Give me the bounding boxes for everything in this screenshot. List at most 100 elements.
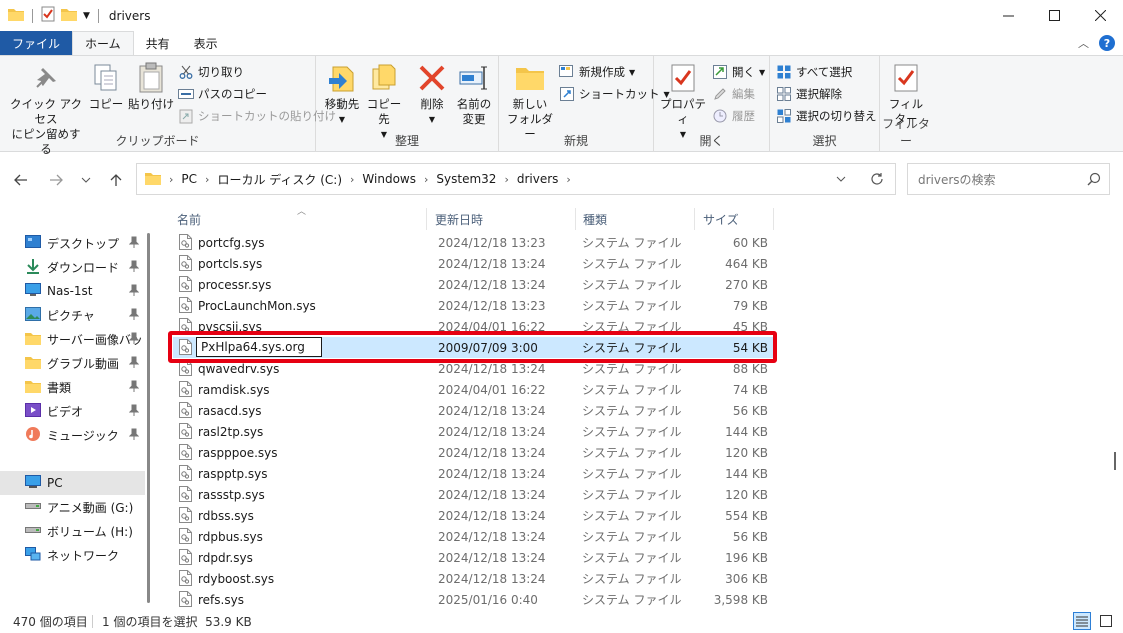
paste-button[interactable]: 貼り付け — [128, 62, 174, 112]
recent-locations-button[interactable] — [74, 168, 98, 192]
column-header-name[interactable]: 名前 — [177, 206, 201, 232]
help-icon[interactable]: ? — [1099, 35, 1115, 51]
address-history-button[interactable] — [823, 164, 859, 194]
address-bar[interactable]: › PC › ローカル ディスク (C:) › Windows › System… — [136, 163, 896, 195]
file-list-scrollbar-thumb[interactable] — [1114, 452, 1116, 470]
ribbon-collapse-icon[interactable]: ︿ — [1078, 35, 1089, 51]
nav-pane-scrollbar[interactable] — [147, 233, 150, 603]
table-row[interactable]: portcls.sys 2024/12/18 13:24 システム ファイル 464 … — [173, 253, 773, 274]
column-header-type[interactable]: 種類 — [583, 206, 607, 232]
table-row[interactable]: rdbss.sys 2024/12/18 13:24 システム ファイル 554 KB — [173, 505, 773, 526]
nav-item-nas[interactable]: Nas-1st — [0, 279, 145, 303]
tab-file[interactable]: ファイル — [0, 31, 73, 55]
copy-path-button[interactable]: パスのコピー — [178, 84, 267, 104]
file-type: システム ファイル — [582, 572, 682, 586]
paste-shortcut-icon — [178, 108, 194, 124]
chevron-right-icon[interactable]: › — [169, 173, 173, 186]
column-divider[interactable] — [426, 208, 427, 230]
new-folder-label-1: 新しい — [512, 97, 548, 111]
nav-item-desktop[interactable]: デスクトップ — [0, 231, 145, 255]
column-divider[interactable] — [773, 208, 774, 230]
breadcrumb-system32[interactable]: System32 — [436, 172, 496, 186]
breadcrumb-pc[interactable]: PC — [181, 172, 197, 186]
move-to-button[interactable]: 移動先 ▼ — [320, 62, 364, 127]
properties-icon[interactable] — [41, 6, 55, 25]
nav-item-volume-drive[interactable]: ボリューム (H:) — [0, 519, 145, 543]
nav-item-pictures[interactable]: ピクチャ — [0, 303, 145, 327]
new-folder-button[interactable]: 新しい フォルダー — [505, 62, 555, 142]
breadcrumb-windows[interactable]: Windows — [362, 172, 416, 186]
chevron-right-icon[interactable]: › — [566, 173, 570, 186]
table-row[interactable]: portcfg.sys 2024/12/18 13:23 システム ファイル 60 K… — [173, 232, 773, 253]
tab-share[interactable]: 共有 — [134, 31, 182, 55]
search-icon — [1087, 172, 1101, 189]
chevron-right-icon[interactable]: › — [504, 173, 508, 186]
back-button[interactable] — [9, 168, 33, 192]
new-folder-icon[interactable] — [61, 7, 77, 24]
new-item-button[interactable]: 新規作成 ▼ — [559, 62, 635, 82]
select-all-button[interactable]: すべて選択 — [776, 62, 852, 82]
properties-button[interactable]: プロパティ ▼ — [658, 62, 708, 142]
tab-view[interactable]: 表示 — [182, 31, 230, 55]
nav-item-documents[interactable]: 書類 — [0, 375, 145, 399]
table-row[interactable]: ramdisk.sys 2024/04/01 16:22 システム ファイル 74 K… — [173, 379, 773, 400]
large-icons-view-button[interactable] — [1097, 612, 1115, 630]
nav-item-downloads[interactable]: ダウンロード — [0, 255, 145, 279]
tab-home[interactable]: ホーム — [72, 31, 134, 55]
minimize-button[interactable] — [985, 0, 1031, 31]
column-header-size[interactable]: サイズ — [703, 206, 739, 232]
nav-item-label: グラブル動画 — [47, 356, 120, 371]
nav-item-pc[interactable]: PC — [0, 471, 145, 495]
maximize-button[interactable] — [1031, 0, 1077, 31]
open-button[interactable]: 開く ▼ — [712, 62, 765, 82]
file-type: システム ファイル — [582, 488, 682, 502]
delete-button[interactable]: 削除 ▼ — [414, 62, 450, 127]
table-row[interactable]: rasl2tp.sys 2024/12/18 13:24 システム ファイル 144 … — [173, 421, 773, 442]
nav-item-videos[interactable]: ビデオ — [0, 399, 145, 423]
breadcrumb-c-drive[interactable]: ローカル ディスク (C:) — [217, 171, 342, 188]
chevron-right-icon[interactable]: › — [424, 173, 428, 186]
copy-button[interactable]: コピー — [88, 62, 124, 112]
up-button[interactable] — [104, 168, 128, 192]
nav-item-anime-drive[interactable]: アニメ動画 (G:) — [0, 495, 145, 519]
column-header-date[interactable]: 更新日時 — [435, 206, 483, 232]
table-row[interactable]: raspptp.sys 2024/12/18 13:24 システム ファイル 144 … — [173, 463, 773, 484]
table-row[interactable]: rdyboost.sys 2024/12/18 13:24 システム ファイル 306… — [173, 568, 773, 589]
table-row[interactable]: rasacd.sys 2024/12/18 13:24 システム ファイル 56 KB — [173, 400, 773, 421]
forward-button[interactable] — [44, 168, 68, 192]
close-button[interactable] — [1077, 0, 1123, 31]
breadcrumb-drivers[interactable]: drivers — [517, 172, 559, 186]
file-name: rdpdr.sys — [198, 550, 253, 565]
copy-to-button[interactable]: コピー先 ▼ — [362, 62, 406, 142]
nav-item-network[interactable]: ネットワーク — [0, 543, 145, 567]
search-input[interactable]: driversの検索 — [907, 163, 1110, 195]
column-divider[interactable] — [575, 208, 576, 230]
refresh-button[interactable] — [859, 164, 895, 194]
cut-button[interactable]: 切り取り — [178, 62, 244, 82]
rename-button[interactable]: 名前の 変更 — [452, 62, 496, 127]
history-button[interactable]: 履歴 — [712, 106, 755, 126]
table-row[interactable]: rdpdr.sys 2024/12/18 13:24 システム ファイル 196 KB — [173, 547, 773, 568]
chevron-right-icon[interactable]: › — [205, 173, 209, 186]
nav-item-music[interactable]: ミュージック — [0, 423, 145, 447]
file-list: 名前 ︿ 更新日時 種類 サイズ portcfg.sys 2024/12/18 1… — [165, 206, 1105, 610]
table-row[interactable]: refs.sys 2025/01/16 0:40 システム ファイル 3,598 KB — [173, 589, 773, 610]
select-none-button[interactable]: 選択解除 — [776, 84, 842, 104]
file-type: システム ファイル — [582, 467, 682, 481]
table-row[interactable]: raspppoe.sys 2024/12/18 13:24 システム ファイル 120… — [173, 442, 773, 463]
table-row[interactable]: ProcLaunchMon.sys 2024/12/18 13:23 システム ファ… — [173, 295, 773, 316]
copy-path-label: パスのコピー — [198, 87, 267, 101]
invert-selection-button[interactable]: 選択の切り替え — [776, 106, 877, 126]
details-view-button[interactable] — [1073, 612, 1091, 630]
edit-button[interactable]: 編集 — [712, 84, 755, 104]
table-row[interactable]: processr.sys 2024/12/18 13:24 システム ファイル 270… — [173, 274, 773, 295]
new-item-label: 新規作成 — [579, 65, 625, 79]
nav-item-server-images[interactable]: サーバー画像バッ — [0, 327, 145, 351]
qat-dropdown-icon[interactable]: ▼ — [83, 11, 90, 21]
table-row[interactable]: rdpbus.sys 2024/12/18 13:24 システム ファイル 56 KB — [173, 526, 773, 547]
chevron-right-icon[interactable]: › — [350, 173, 354, 186]
column-divider[interactable] — [694, 208, 695, 230]
nav-item-granblue-videos[interactable]: グラブル動画 — [0, 351, 145, 375]
paste-shortcut-button[interactable]: ショートカットの貼り付け — [178, 106, 336, 126]
table-row[interactable]: rassstp.sys 2024/12/18 13:24 システム ファイル 120 … — [173, 484, 773, 505]
